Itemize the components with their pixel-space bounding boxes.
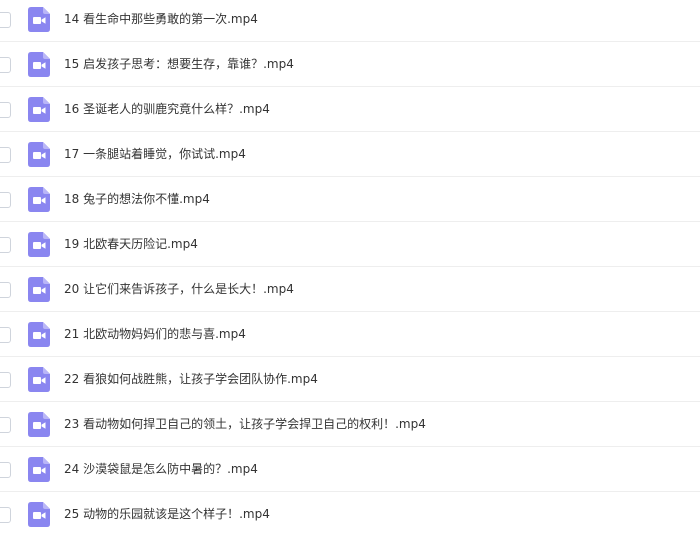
- video-file-icon: [28, 457, 50, 482]
- row-checkbox[interactable]: [0, 12, 11, 28]
- file-name: 18 兔子的想法你不懂.mp4: [64, 192, 210, 206]
- row-checkbox[interactable]: [0, 147, 11, 163]
- video-file-icon: [28, 97, 50, 122]
- file-name: 25 动物的乐园就该是这个样子！.mp4: [64, 507, 270, 521]
- file-name: 21 北欧动物妈妈们的悲与喜.mp4: [64, 327, 246, 341]
- file-name: 19 北欧春天历险记.mp4: [64, 237, 198, 251]
- file-name: 16 圣诞老人的驯鹿究竟什么样？.mp4: [64, 102, 270, 116]
- file-name: 20 让它们来告诉孩子，什么是长大！.mp4: [64, 282, 294, 296]
- file-row[interactable]: 24 沙漠袋鼠是怎么防中暑的？.mp4: [0, 447, 700, 492]
- file-name: 22 看狼如何战胜熊，让孩子学会团队协作.mp4: [64, 372, 318, 386]
- row-checkbox[interactable]: [0, 102, 11, 118]
- file-row[interactable]: 25 动物的乐园就该是这个样子！.mp4: [0, 492, 700, 537]
- video-file-icon: [28, 277, 50, 302]
- file-row[interactable]: 20 让它们来告诉孩子，什么是长大！.mp4: [0, 267, 700, 312]
- file-name: 17 一条腿站着睡觉，你试试.mp4: [64, 147, 246, 161]
- file-name: 14 看生命中那些勇敢的第一次.mp4: [64, 12, 258, 26]
- file-row[interactable]: 22 看狼如何战胜熊，让孩子学会团队协作.mp4: [0, 357, 700, 402]
- row-checkbox[interactable]: [0, 462, 11, 478]
- video-file-icon: [28, 502, 50, 527]
- file-name: 23 看动物如何捍卫自己的领土，让孩子学会捍卫自己的权利！.mp4: [64, 417, 426, 431]
- video-file-icon: [28, 187, 50, 212]
- row-checkbox[interactable]: [0, 327, 11, 343]
- file-row[interactable]: 16 圣诞老人的驯鹿究竟什么样？.mp4: [0, 87, 700, 132]
- video-file-icon: [28, 142, 50, 167]
- file-row[interactable]: 19 北欧春天历险记.mp4: [0, 222, 700, 267]
- row-checkbox[interactable]: [0, 372, 11, 388]
- file-name: 15 启发孩子思考：想要生存，靠谁？.mp4: [64, 57, 294, 71]
- row-checkbox[interactable]: [0, 507, 11, 523]
- file-list: 14 看生命中那些勇敢的第一次.mp4 15 启发孩子思考：想要生存，靠谁？.m…: [0, 0, 700, 537]
- video-file-icon: [28, 52, 50, 77]
- row-checkbox[interactable]: [0, 417, 11, 433]
- file-name: 24 沙漠袋鼠是怎么防中暑的？.mp4: [64, 462, 258, 476]
- file-row[interactable]: 21 北欧动物妈妈们的悲与喜.mp4: [0, 312, 700, 357]
- row-checkbox[interactable]: [0, 192, 11, 208]
- file-row[interactable]: 23 看动物如何捍卫自己的领土，让孩子学会捍卫自己的权利！.mp4: [0, 402, 700, 447]
- file-row[interactable]: 14 看生命中那些勇敢的第一次.mp4: [0, 0, 700, 42]
- video-file-icon: [28, 322, 50, 347]
- row-checkbox[interactable]: [0, 57, 11, 73]
- video-file-icon: [28, 412, 50, 437]
- video-file-icon: [28, 232, 50, 257]
- row-checkbox[interactable]: [0, 237, 11, 253]
- video-file-icon: [28, 7, 50, 32]
- file-row[interactable]: 17 一条腿站着睡觉，你试试.mp4: [0, 132, 700, 177]
- file-row[interactable]: 18 兔子的想法你不懂.mp4: [0, 177, 700, 222]
- file-row[interactable]: 15 启发孩子思考：想要生存，靠谁？.mp4: [0, 42, 700, 87]
- video-file-icon: [28, 367, 50, 392]
- row-checkbox[interactable]: [0, 282, 11, 298]
